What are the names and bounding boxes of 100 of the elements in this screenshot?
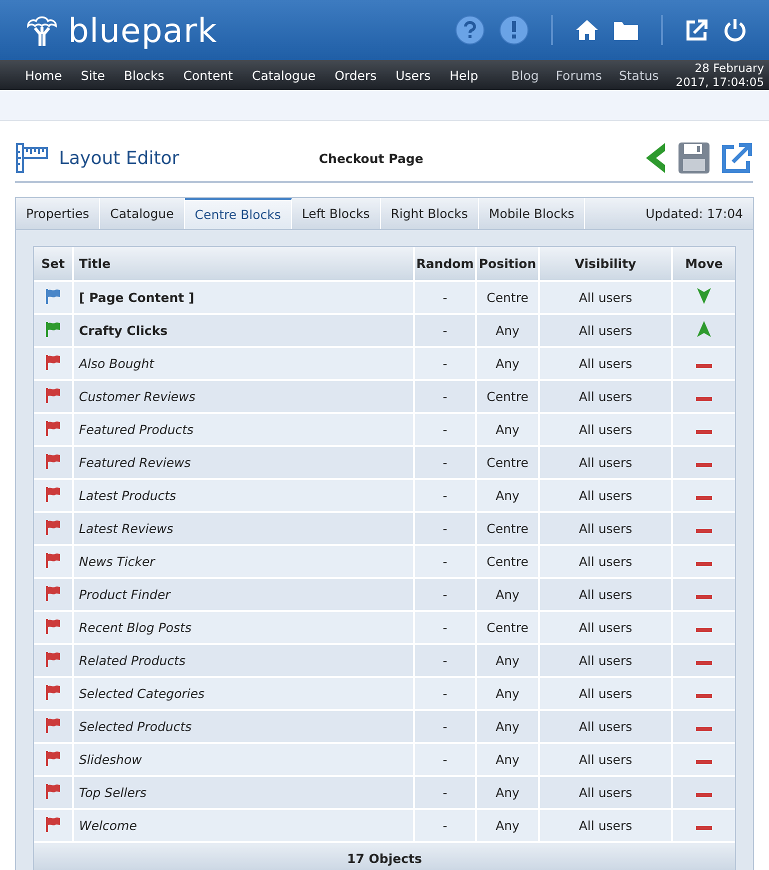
- table-cell: Any: [496, 488, 520, 503]
- block-title[interactable]: Slideshow: [79, 752, 142, 767]
- block-title[interactable]: Also Bought: [79, 356, 154, 371]
- block-title[interactable]: Selected Categories: [79, 686, 205, 701]
- nav-link[interactable]: Catalogue: [252, 68, 316, 82]
- flag-icon[interactable]: [45, 288, 61, 304]
- table-cell: -: [442, 356, 448, 371]
- flag-icon[interactable]: [45, 618, 61, 634]
- page-subtitle: Checkout Page: [318, 150, 424, 166]
- table-cell: Any: [496, 719, 520, 734]
- brand-name: bluepark: [68, 10, 218, 50]
- table-cell: Centre: [486, 389, 528, 404]
- home-icon[interactable]: [575, 19, 599, 41]
- column-header[interactable]: Random: [414, 247, 476, 281]
- table-cell: Centre: [486, 455, 528, 470]
- table-cell: Centre: [486, 554, 528, 569]
- table-cell: Any: [496, 422, 520, 437]
- nav-link[interactable]: Content: [183, 68, 233, 82]
- table-cell: Any: [496, 323, 520, 338]
- block-title[interactable]: Crafty Clicks: [79, 323, 168, 338]
- ruler-icon: [15, 142, 49, 174]
- flag-icon[interactable]: [45, 552, 61, 568]
- table-cell: All users: [578, 356, 632, 371]
- flag-icon[interactable]: [45, 651, 61, 667]
- flag-icon[interactable]: [45, 519, 61, 535]
- block-title[interactable]: News Ticker: [79, 554, 155, 569]
- column-header[interactable]: Move: [672, 247, 735, 281]
- table-cell: Any: [496, 653, 520, 668]
- nav-link[interactable]: Home: [25, 68, 62, 82]
- block-title[interactable]: Top Sellers: [79, 785, 147, 800]
- table-cell: -: [442, 620, 448, 635]
- block-title[interactable]: Featured Products: [79, 422, 194, 437]
- table-cell: -: [442, 488, 448, 503]
- column-header[interactable]: Position: [476, 247, 539, 281]
- nav-link[interactable]: Forums: [556, 68, 602, 82]
- tab[interactable]: Centre Blocks: [184, 198, 292, 229]
- flag-icon[interactable]: [45, 585, 61, 601]
- nav-link[interactable]: Users: [396, 68, 431, 82]
- table-cell: -: [442, 554, 448, 569]
- table-cell: -: [442, 653, 448, 668]
- alert-icon[interactable]: [499, 15, 529, 45]
- table-cell: Any: [496, 356, 520, 371]
- flag-icon[interactable]: [45, 816, 61, 832]
- table-cell: All users: [578, 521, 632, 536]
- table-cell: All users: [578, 686, 632, 701]
- tab[interactable]: Mobile Blocks: [478, 198, 586, 229]
- block-title[interactable]: Latest Reviews: [79, 521, 174, 536]
- move-down-icon[interactable]: [697, 288, 711, 304]
- nav-link[interactable]: Site: [80, 68, 105, 82]
- tab[interactable]: Properties: [16, 198, 100, 229]
- block-title[interactable]: Selected Products: [79, 719, 192, 734]
- block-title[interactable]: Welcome: [79, 818, 137, 833]
- flag-icon[interactable]: [45, 387, 61, 403]
- flag-icon[interactable]: [45, 354, 61, 370]
- nav-link[interactable]: Status: [618, 68, 659, 82]
- block-title[interactable]: Customer Reviews: [79, 389, 196, 404]
- table-cell: All users: [578, 554, 632, 569]
- table-cell: -: [442, 389, 448, 404]
- column-header[interactable]: Set: [34, 247, 73, 281]
- table-cell: -: [442, 521, 448, 536]
- table-cell: -: [442, 686, 448, 701]
- table-cell: -: [442, 455, 448, 470]
- table-cell: All users: [578, 587, 632, 602]
- external-link-icon[interactable]: [685, 18, 709, 42]
- nav-link[interactable]: Orders: [334, 68, 377, 82]
- column-header[interactable]: Visibility: [539, 247, 672, 281]
- flag-icon[interactable]: [45, 453, 61, 469]
- flag-icon[interactable]: [45, 684, 61, 700]
- date-time: 2017, 17:04:05: [676, 75, 764, 89]
- power-icon[interactable]: [723, 18, 747, 42]
- nav-link[interactable]: Blog: [511, 68, 539, 82]
- block-title[interactable]: Featured Reviews: [79, 455, 191, 470]
- column-header[interactable]: Title: [73, 247, 414, 281]
- block-title[interactable]: [ Page Content ]: [79, 290, 194, 305]
- table-cell: All users: [578, 752, 632, 767]
- table-cell: Any: [496, 818, 520, 833]
- tab[interactable]: Left Blocks: [292, 198, 381, 229]
- move-up-icon[interactable]: [697, 321, 711, 337]
- table-cell: Centre: [486, 290, 528, 305]
- external-link-icon[interactable]: [721, 142, 753, 174]
- table-cell: All users: [578, 290, 632, 305]
- nav-link[interactable]: Help: [450, 68, 478, 82]
- flag-icon[interactable]: [45, 486, 61, 502]
- flag-icon[interactable]: [45, 783, 61, 799]
- date-time: 28 February: [694, 61, 764, 75]
- nav-link[interactable]: Blocks: [124, 68, 164, 82]
- help-icon[interactable]: [455, 15, 485, 45]
- flag-icon[interactable]: [45, 750, 61, 766]
- save-icon[interactable]: [677, 141, 711, 175]
- table-cell: Centre: [486, 521, 528, 536]
- block-title[interactable]: Related Products: [79, 653, 186, 668]
- flag-icon[interactable]: [45, 420, 61, 436]
- block-title[interactable]: Product Finder: [79, 587, 170, 602]
- block-title[interactable]: Recent Blog Posts: [79, 620, 192, 635]
- folder-icon[interactable]: [613, 19, 639, 41]
- tab[interactable]: Right Blocks: [380, 198, 479, 229]
- block-title[interactable]: Latest Products: [79, 488, 176, 503]
- flag-icon[interactable]: [45, 717, 61, 733]
- flag-icon[interactable]: [45, 321, 61, 337]
- table-cell: -: [442, 719, 448, 734]
